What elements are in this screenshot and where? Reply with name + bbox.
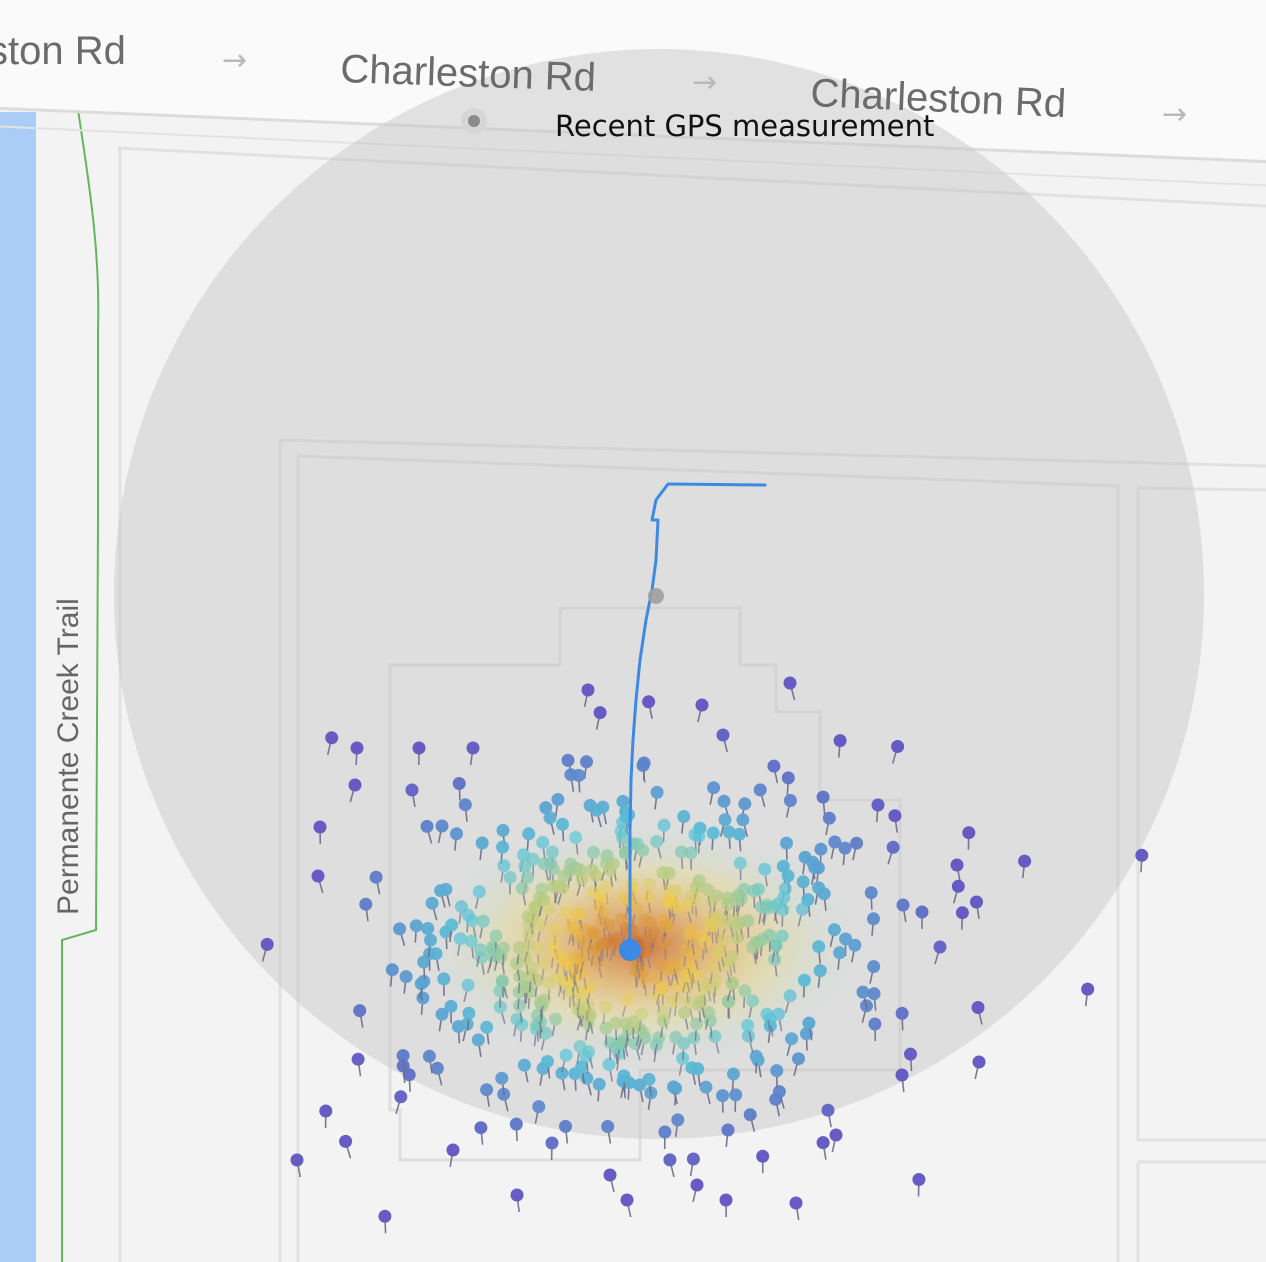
- road-direction-arrow-3: →: [1162, 97, 1187, 132]
- track-sample-dot: [648, 588, 664, 604]
- road-label-left: ston Rd: [0, 29, 126, 73]
- road-direction-arrow-2: →: [692, 65, 717, 100]
- gps-measurement-label: Recent GPS measurement: [555, 109, 934, 143]
- trail-label: Permanente Creek Trail: [52, 598, 85, 915]
- map-canvas[interactable]: ston Rd Charleston Rd Charleston Rd → → …: [0, 0, 1266, 1262]
- current-location-dot-icon[interactable]: [619, 939, 641, 961]
- road-label-center: Charleston Rd: [340, 47, 597, 100]
- gps-measurement-dot-icon[interactable]: [461, 108, 487, 134]
- creek: [0, 112, 36, 1262]
- road-direction-arrow-1: →: [222, 43, 247, 78]
